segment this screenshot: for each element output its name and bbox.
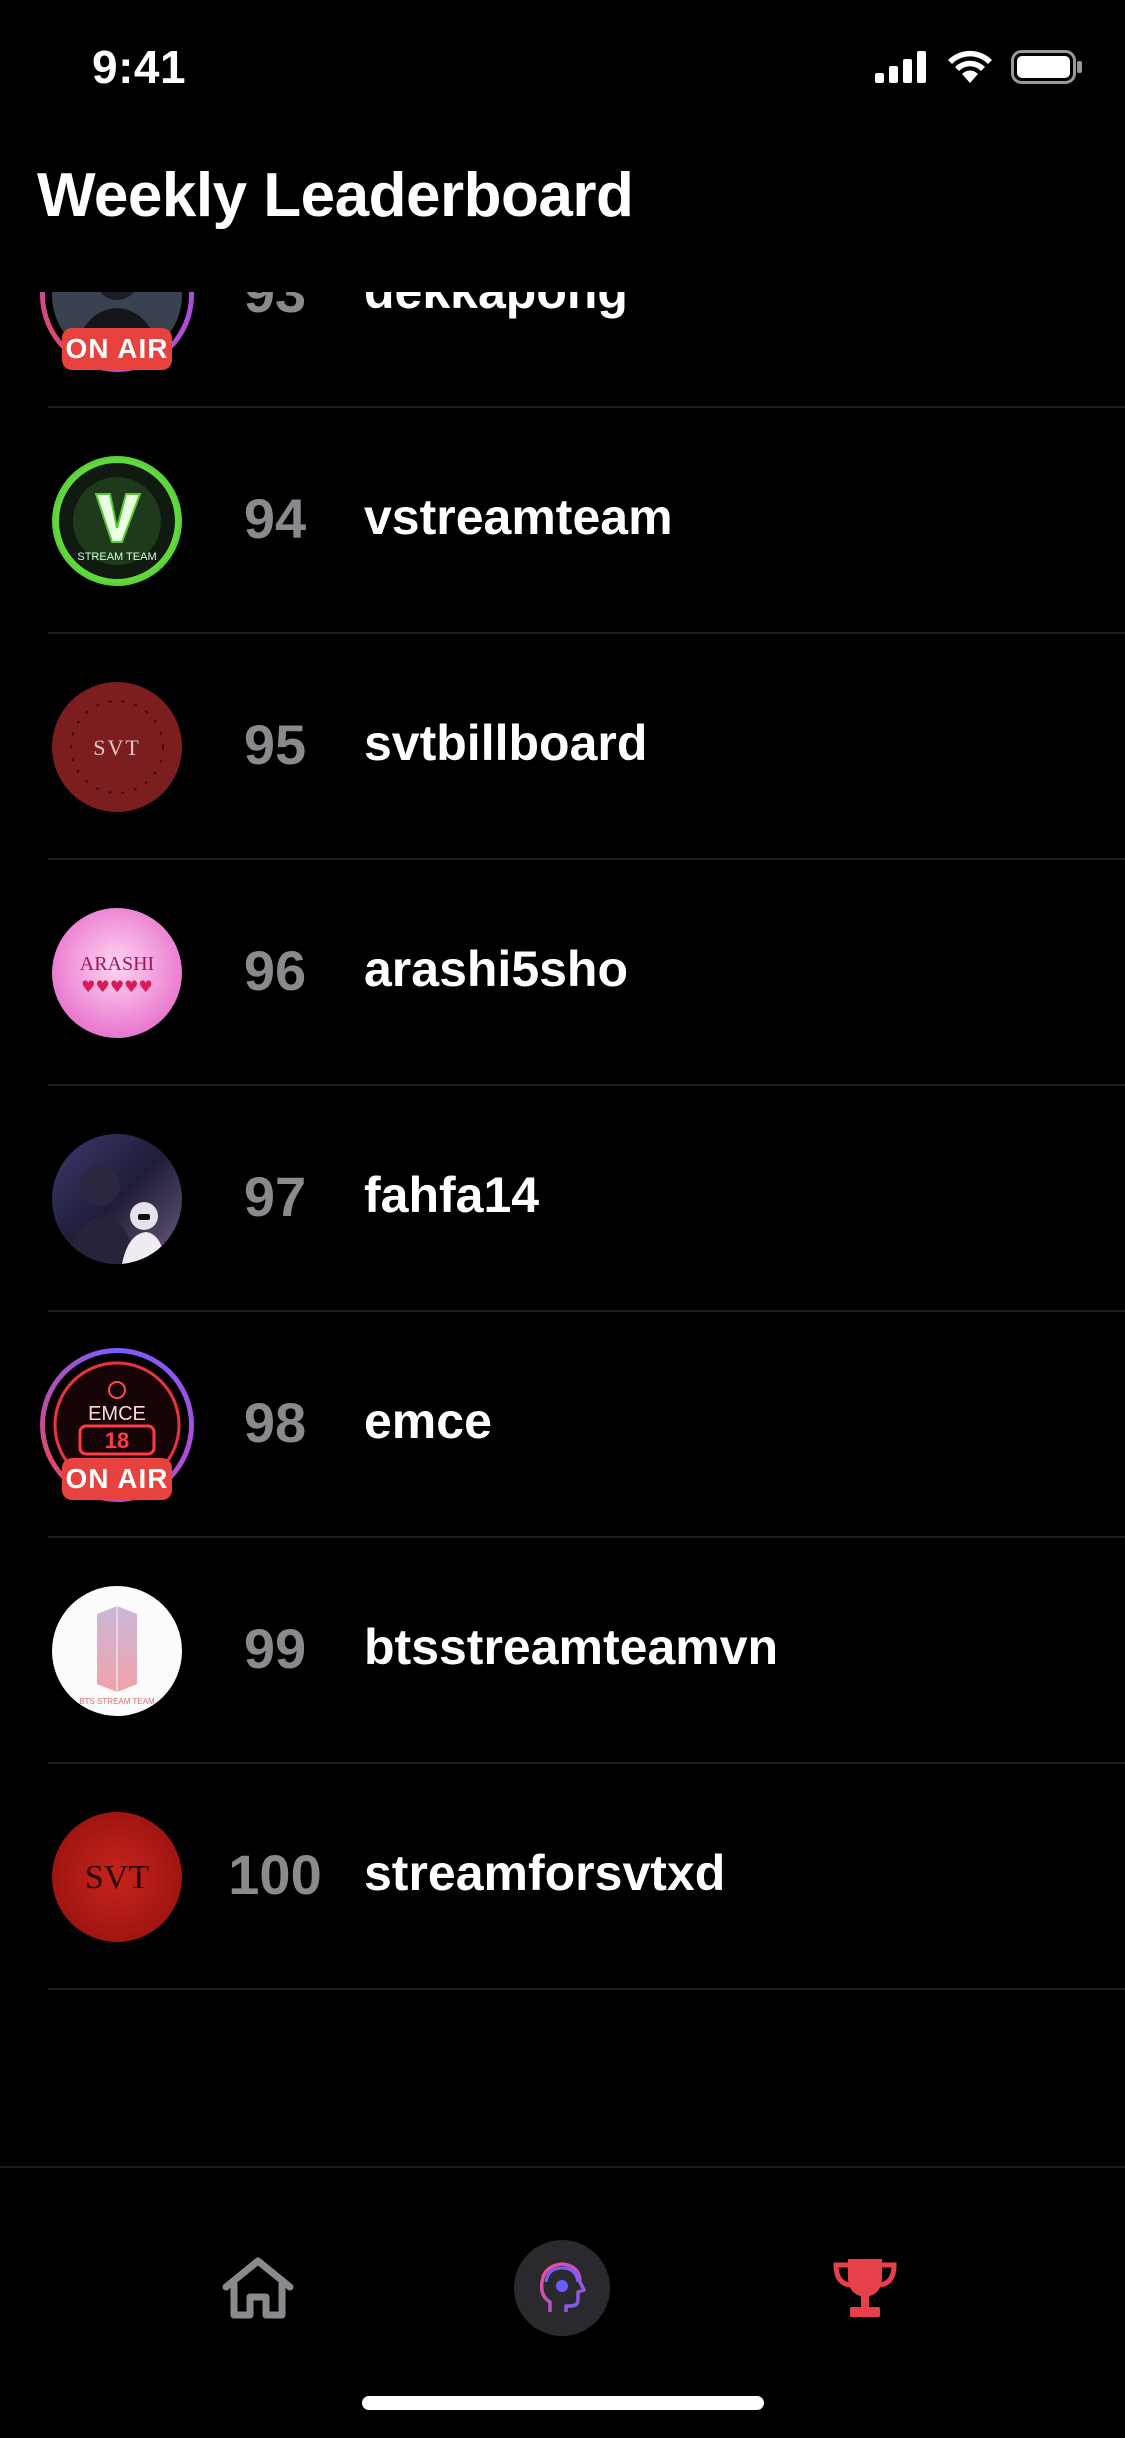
avatar: EMCE 18 ON AIR [40, 1348, 194, 1502]
headphones-head-icon [539, 2262, 586, 2312]
leaderboard-row[interactable]: SVT 100 streamforsvtxd [0, 1764, 1125, 1990]
avatar [52, 1134, 182, 1264]
home-indicator[interactable] [362, 2396, 764, 2410]
rank: 99 [243, 1617, 307, 1680]
tab-home[interactable] [198, 2228, 318, 2348]
svg-text:18: 18 [105, 1428, 129, 1453]
trophy-icon [833, 2259, 897, 2317]
avatar-text: ARASHI [80, 953, 154, 975]
tab-leaderboard[interactable] [805, 2228, 925, 2348]
leaderboard-row[interactable]: 97 fahfa14 [0, 1086, 1125, 1312]
leaderboard-row[interactable]: ARASHI ♥♥♥♥♥ 96 arashi5sho [0, 860, 1125, 1086]
avatar-text: SVT [93, 735, 141, 760]
rank: 94 [243, 487, 307, 550]
tab-center[interactable] [502, 2228, 622, 2348]
rank: 93 [243, 292, 307, 324]
rank: 98 [243, 1391, 307, 1454]
avatar: BTS STREAM TEAM [52, 1586, 182, 1716]
leaderboard-row[interactable]: STREAM TEAM 94 vstreamteam [0, 408, 1125, 634]
avatar-text: BTS STREAM TEAM [79, 1697, 155, 1706]
username: emce [364, 1393, 492, 1449]
status-icons [875, 50, 1083, 84]
username: btsstreamteamvn [364, 1619, 779, 1675]
on-air-badge: ON AIR [62, 1458, 172, 1500]
status-bar: 9:41 [0, 0, 1125, 132]
username: fahfa14 [364, 1167, 540, 1223]
cellular-signal-icon [875, 51, 926, 83]
username: dekkapong [364, 292, 628, 320]
username: streamforsvtxd [364, 1845, 726, 1901]
avatar: STREAM TEAM [52, 456, 182, 586]
status-time: 9:41 [92, 41, 187, 93]
rank: 96 [243, 939, 307, 1002]
avatar: SVT [52, 682, 182, 812]
rank: 97 [243, 1165, 307, 1228]
on-air-badge: ON AIR [62, 328, 172, 370]
leaderboard-row[interactable]: SVT 95 svtbillboard [0, 634, 1125, 860]
username: svtbillboard [364, 715, 648, 771]
avatar: ARASHI ♥♥♥♥♥ [52, 908, 182, 1038]
battery-icon [1011, 50, 1082, 84]
avatar: ON AIR [40, 292, 194, 372]
svg-text:♥♥♥♥♥: ♥♥♥♥♥ [81, 977, 153, 996]
rank: 95 [243, 713, 307, 776]
leaderboard-row[interactable]: ON AIR 93 dekkapong [0, 292, 1125, 408]
wifi-icon [948, 50, 992, 83]
page-title: Weekly Leaderboard [37, 161, 634, 230]
leaderboard-row[interactable]: EMCE 18 ON AIR 98 emce [0, 1312, 1125, 1538]
leaderboard-row[interactable]: BTS STREAM TEAM 99 btsstreamteamvn [0, 1538, 1125, 1764]
username: arashi5sho [364, 941, 629, 997]
username: vstreamteam [364, 489, 673, 545]
avatar-text: STREAM TEAM [77, 551, 156, 563]
center-tab-button[interactable] [514, 2240, 610, 2336]
avatar-text: EMCE [88, 1403, 146, 1425]
divider [48, 1988, 1125, 1990]
avatar-text: SVT [85, 1859, 149, 1896]
home-icon [222, 2257, 294, 2319]
rank: 100 [228, 1843, 322, 1906]
avatar: SVT [52, 1812, 182, 1942]
leaderboard-list[interactable]: ON AIR 93 dekkapong STREAM TEAM 94 vstre… [0, 292, 1125, 2166]
